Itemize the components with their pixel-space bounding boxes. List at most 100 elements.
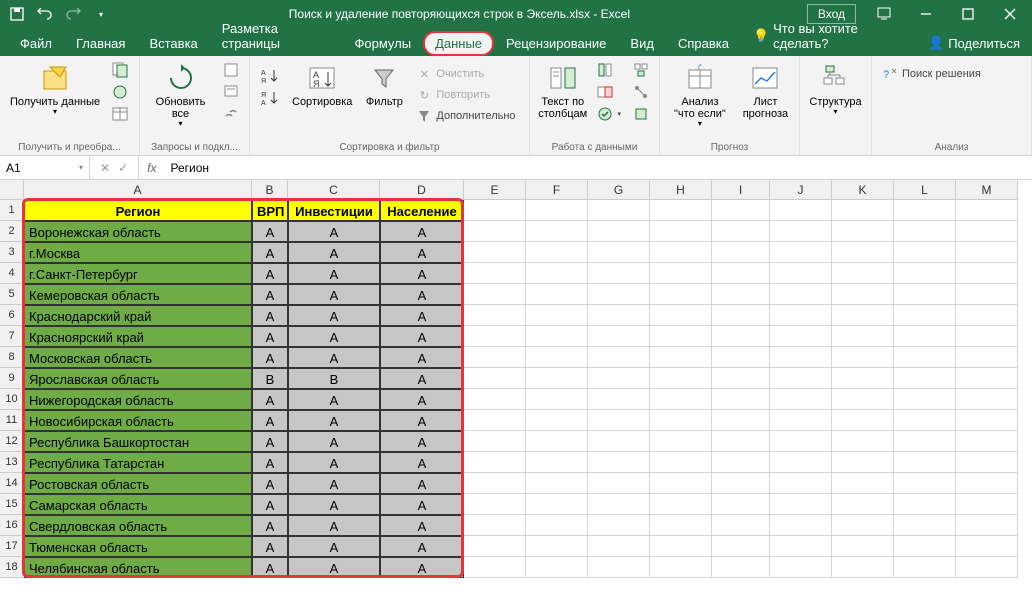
sort-desc-icon[interactable]: ЯА	[256, 88, 284, 108]
remove-duplicates-icon[interactable]	[593, 82, 625, 102]
tab-help[interactable]: Справка	[666, 31, 741, 56]
cell[interactable]: A	[380, 347, 464, 368]
cell[interactable]: A	[252, 389, 288, 410]
cell[interactable]: A	[252, 242, 288, 263]
column-header[interactable]: D	[380, 180, 464, 200]
cell[interactable]	[650, 431, 712, 452]
from-web-icon[interactable]	[108, 82, 132, 102]
column-header[interactable]: C	[288, 180, 380, 200]
cell[interactable]	[770, 284, 832, 305]
cell[interactable]: B	[252, 368, 288, 389]
structure-button[interactable]: Структура▾	[806, 60, 865, 119]
cell[interactable]	[770, 452, 832, 473]
cell[interactable]	[956, 473, 1018, 494]
cell[interactable]	[588, 326, 650, 347]
cell[interactable]: A	[288, 389, 380, 410]
edit-links-icon[interactable]	[219, 104, 243, 124]
cell[interactable]	[770, 536, 832, 557]
cell[interactable]	[894, 347, 956, 368]
cell[interactable]	[588, 494, 650, 515]
name-box[interactable]: A1▾	[0, 156, 90, 179]
cell[interactable]	[464, 200, 526, 221]
cell[interactable]	[712, 473, 770, 494]
cell[interactable]: A	[288, 410, 380, 431]
cell[interactable]	[526, 242, 588, 263]
cell[interactable]: A	[288, 536, 380, 557]
cell[interactable]	[770, 431, 832, 452]
cell[interactable]	[712, 410, 770, 431]
cell[interactable]	[832, 557, 894, 578]
forecast-sheet-button[interactable]: Лист прогноза	[738, 60, 793, 122]
cell[interactable]: A	[252, 431, 288, 452]
cell[interactable]	[770, 221, 832, 242]
cell[interactable]	[956, 305, 1018, 326]
cell[interactable]	[956, 494, 1018, 515]
cell[interactable]	[650, 473, 712, 494]
cell[interactable]: A	[252, 557, 288, 578]
cell[interactable]: A	[380, 326, 464, 347]
cell[interactable]: Тюменская область	[24, 536, 252, 557]
cell[interactable]	[770, 305, 832, 326]
save-icon[interactable]	[6, 3, 28, 25]
tab-review[interactable]: Рецензирование	[494, 31, 618, 56]
sort-button[interactable]: АЯ Сортировка	[288, 60, 356, 110]
cell[interactable]: A	[252, 347, 288, 368]
redo-icon[interactable]	[62, 3, 84, 25]
cell[interactable]	[464, 263, 526, 284]
cell[interactable]	[956, 368, 1018, 389]
cell[interactable]: A	[252, 494, 288, 515]
cell[interactable]	[770, 473, 832, 494]
cell[interactable]	[650, 515, 712, 536]
cell[interactable]	[526, 284, 588, 305]
cell[interactable]	[526, 347, 588, 368]
relationships-icon[interactable]	[629, 82, 653, 102]
row-header[interactable]: 6	[0, 305, 24, 326]
cell[interactable]: Воронежская область	[24, 221, 252, 242]
cell[interactable]: A	[252, 326, 288, 347]
cell[interactable]	[894, 452, 956, 473]
cell[interactable]	[894, 431, 956, 452]
cell[interactable]	[588, 536, 650, 557]
cell[interactable]	[832, 263, 894, 284]
tab-layout[interactable]: Разметка страницы	[210, 16, 343, 56]
cell[interactable]: Новосибирская область	[24, 410, 252, 431]
cell[interactable]	[464, 368, 526, 389]
cell[interactable]	[894, 263, 956, 284]
cell[interactable]	[464, 305, 526, 326]
solver-button[interactable]: ?Поиск решения	[878, 60, 985, 84]
row-header[interactable]: 14	[0, 473, 24, 494]
cell[interactable]	[712, 368, 770, 389]
column-header[interactable]: G	[588, 180, 650, 200]
cell[interactable]	[770, 200, 832, 221]
cell[interactable]: A	[288, 452, 380, 473]
cell[interactable]	[526, 473, 588, 494]
sort-asc-icon[interactable]: АЯ	[256, 66, 284, 86]
cell[interactable]: A	[380, 515, 464, 536]
cell[interactable]: A	[288, 242, 380, 263]
cell[interactable]: A	[252, 284, 288, 305]
row-header[interactable]: 18	[0, 557, 24, 578]
cell[interactable]	[526, 536, 588, 557]
row-header[interactable]: 13	[0, 452, 24, 473]
cell[interactable]: A	[288, 473, 380, 494]
tell-me[interactable]: 💡Что вы хотите сделать?	[741, 16, 916, 56]
qat-dropdown-icon[interactable]: ▾	[90, 3, 112, 25]
column-header[interactable]: F	[526, 180, 588, 200]
cell[interactable]	[526, 305, 588, 326]
select-all-corner[interactable]	[0, 180, 24, 200]
cell[interactable]	[832, 326, 894, 347]
cell[interactable]: A	[288, 263, 380, 284]
cell[interactable]: Московская область	[24, 347, 252, 368]
cell[interactable]	[894, 473, 956, 494]
cell[interactable]	[956, 389, 1018, 410]
cell[interactable]	[712, 284, 770, 305]
cell[interactable]	[526, 263, 588, 284]
cell[interactable]	[894, 200, 956, 221]
cell[interactable]: A	[380, 242, 464, 263]
cell[interactable]	[894, 221, 956, 242]
cell[interactable]: A	[288, 557, 380, 578]
cell[interactable]	[712, 200, 770, 221]
cell[interactable]: Красноярский край	[24, 326, 252, 347]
text-to-columns-button[interactable]: Текст по столбцам	[536, 60, 589, 122]
flash-fill-icon[interactable]	[593, 60, 625, 80]
